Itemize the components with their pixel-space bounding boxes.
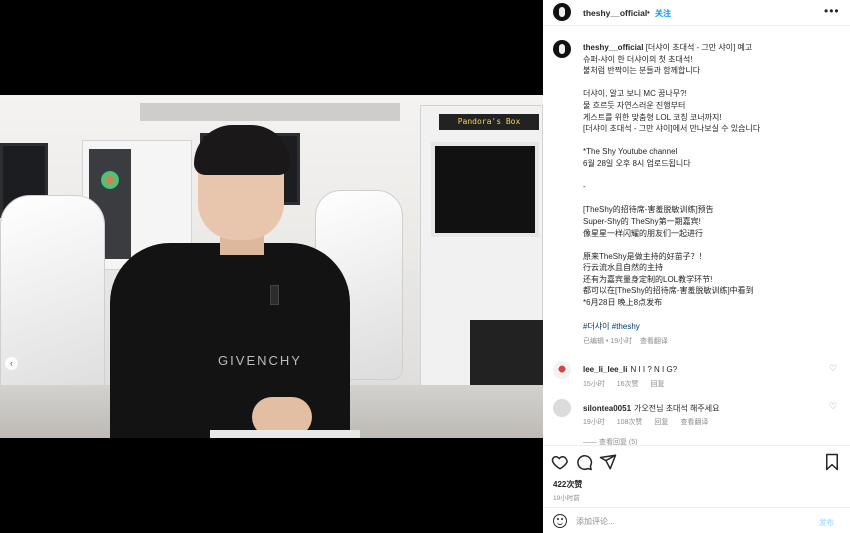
comment-see-translation[interactable]: 查看翻译 xyxy=(680,419,708,426)
comment-likes[interactable]: 16次赞 xyxy=(617,381,639,388)
post-actions: 422次赞 19小时前 xyxy=(543,445,850,507)
comment-avatar[interactable] xyxy=(553,399,571,417)
caption-edited-label: 已编辑 xyxy=(583,338,604,345)
comment-input[interactable] xyxy=(576,514,806,528)
share-icon[interactable] xyxy=(599,453,617,471)
heart-icon[interactable]: ♡ xyxy=(829,401,837,412)
post-comment-button[interactable]: 发布 xyxy=(819,517,834,528)
comment-time: 15小时 xyxy=(583,381,605,388)
arcade-screen xyxy=(431,142,539,237)
bookmark-icon[interactable] xyxy=(823,453,841,471)
lapel-mic xyxy=(270,285,279,305)
caption-meta: 已编辑 • 19小时 查看翻译 xyxy=(583,336,668,346)
photo-chair-left xyxy=(0,195,105,405)
author-username[interactable]: theshy__official xyxy=(583,8,647,18)
post-caption: theshy__official [더샤이 초대석 - 그만 샤이] 예고 슈퍼… xyxy=(583,42,838,309)
caption-meta-dot: • xyxy=(605,338,609,345)
emoji-icon[interactable] xyxy=(553,514,567,528)
comment-reply-button[interactable]: 回复 xyxy=(651,381,665,388)
author-avatar[interactable] xyxy=(553,3,571,21)
caption-time: 19小时 xyxy=(610,338,633,345)
like-count[interactable]: 422次赞 xyxy=(553,479,582,490)
caption-hashtags[interactable]: #더샤이 #theshy xyxy=(583,321,640,332)
heart-icon[interactable]: ♡ xyxy=(829,363,837,374)
view-replies-link[interactable]: —— 查看回复 (5) xyxy=(583,437,637,445)
carousel-prev-button[interactable]: ‹ xyxy=(5,357,18,370)
comment-icon[interactable] xyxy=(575,453,593,471)
comment-text: lee_li_lee_li N I I ? N I G? xyxy=(583,365,677,374)
caption-author-avatar[interactable] xyxy=(553,40,571,58)
comment-username[interactable]: lee_li_lee_li xyxy=(583,365,627,374)
post-side-panel: theshy__official • 关注 ••• theshy__offici… xyxy=(543,0,850,533)
post-photo: Pandora's Box GIVENCHY ‹ xyxy=(0,95,543,438)
arcade-marquee: Pandora's Box xyxy=(439,114,539,130)
comment-time: 19小时 xyxy=(583,419,605,426)
comment-meta: 19小时 108次赞 回复 查看翻译 xyxy=(583,417,718,427)
comment-text: silontea0051 가오전님 초대석 해주세요 xyxy=(583,403,719,414)
comments-scroll-area[interactable]: theshy__official [더샤이 초대석 - 그만 샤이] 예고 슈퍼… xyxy=(543,27,850,445)
photo-desk xyxy=(210,430,360,438)
person-shirt xyxy=(110,243,350,438)
comment-body: N I I ? N I G? xyxy=(630,365,678,374)
post-header: theshy__official • 关注 ••• xyxy=(543,0,850,26)
comment-meta: 15小时 16次赞 回复 xyxy=(583,379,675,389)
comment-body: 가오전님 초대석 해주세요 xyxy=(634,404,720,413)
comment-username[interactable]: silontea0051 xyxy=(583,404,631,413)
post-media: Pandora's Box GIVENCHY ‹ xyxy=(0,0,543,533)
person-hair xyxy=(194,125,290,175)
like-heart-icon[interactable] xyxy=(551,453,569,471)
header-separator: • xyxy=(647,8,650,17)
shirt-print: GIVENCHY xyxy=(218,353,302,368)
more-options-icon[interactable]: ••• xyxy=(824,4,840,18)
comment-avatar[interactable] xyxy=(553,361,571,379)
caption-see-translation[interactable]: 查看翻译 xyxy=(640,338,668,345)
comment-likes[interactable]: 108次赞 xyxy=(617,419,643,426)
photo-shelf xyxy=(140,103,400,121)
caption-username[interactable]: theshy__official xyxy=(583,43,643,52)
photo-person xyxy=(110,125,350,438)
caption-text: [더샤이 초대석 - 그만 샤이] 예고 슈퍼-샤이 한 더샤이의 첫 초대석!… xyxy=(583,43,761,308)
comment-reply-button[interactable]: 回复 xyxy=(654,419,668,426)
follow-button[interactable]: 关注 xyxy=(655,8,671,19)
comment-composer: 发布 xyxy=(543,507,850,533)
post-time: 19小时前 xyxy=(553,495,580,502)
